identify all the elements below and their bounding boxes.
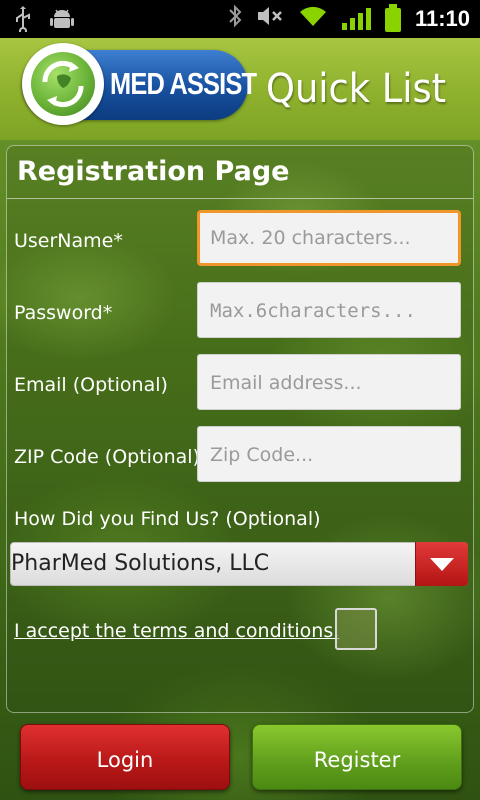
battery-icon xyxy=(384,4,401,32)
registration-panel: Registration Page UserName* Max. 20 char… xyxy=(6,145,474,713)
app-title: Quick List xyxy=(266,66,447,112)
title-divider xyxy=(7,198,473,199)
wifi-icon xyxy=(298,4,328,34)
android-debug-icon xyxy=(50,6,74,38)
how-found-selected-value: PharMed Solutions, LLC xyxy=(11,551,270,576)
chevron-down-icon[interactable] xyxy=(415,542,468,586)
username-input[interactable]: Max. 20 characters... xyxy=(197,210,461,266)
med-assist-logo: MED ASSIST xyxy=(22,43,257,125)
app-header: MED ASSIST Quick List xyxy=(0,38,480,140)
status-bar: 11:10 xyxy=(0,0,480,38)
usb-icon xyxy=(14,6,32,38)
zip-label: ZIP Code (Optional) xyxy=(14,446,200,468)
globe-logo-icon xyxy=(22,43,104,125)
zip-input[interactable]: Zip Code... xyxy=(197,426,461,482)
page-title: Registration Page xyxy=(17,156,290,187)
username-label: UserName* xyxy=(14,230,123,252)
logo-text: MED ASSIST xyxy=(110,66,257,101)
mute-icon xyxy=(256,4,284,34)
how-found-select[interactable]: PharMed Solutions, LLC xyxy=(10,542,468,586)
password-label: Password* xyxy=(14,302,113,324)
email-input[interactable]: Email address... xyxy=(197,354,461,410)
signal-icon xyxy=(341,8,371,30)
how-found-label: How Did you Find Us? (Optional) xyxy=(14,508,321,530)
status-clock: 11:10 xyxy=(414,6,470,31)
terms-link[interactable]: I accept the terms and conditions. xyxy=(14,620,339,642)
email-label: Email (Optional) xyxy=(14,374,168,396)
login-button[interactable]: Login xyxy=(20,724,230,790)
terms-checkbox[interactable] xyxy=(335,608,377,650)
register-button[interactable]: Register xyxy=(252,724,462,790)
password-input[interactable]: Max.6characters... xyxy=(197,282,461,338)
bluetooth-icon xyxy=(228,4,242,34)
